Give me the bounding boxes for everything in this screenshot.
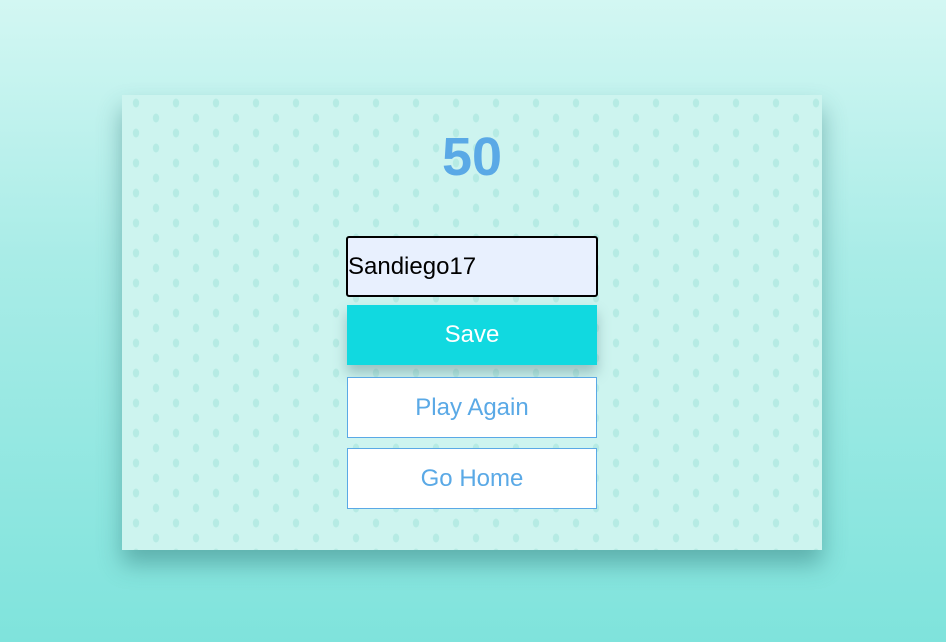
final-score: 50 xyxy=(441,127,503,187)
player-name-input[interactable] xyxy=(346,236,598,297)
save-button[interactable]: Save xyxy=(347,305,597,365)
go-home-button[interactable]: Go Home xyxy=(347,448,597,509)
end-game-card: 50 Save Play Again Go Home xyxy=(122,95,822,550)
play-again-button[interactable]: Play Again xyxy=(347,377,597,438)
